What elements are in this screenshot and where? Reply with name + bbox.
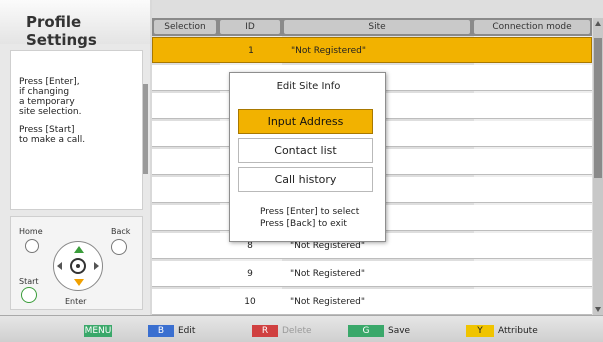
scrollbar-thumb[interactable] — [594, 38, 602, 178]
back-label: Back — [111, 227, 131, 236]
down-arrow-icon — [74, 279, 84, 286]
edit-site-info-dialog: Edit Site Info Input Address Contact lis… — [229, 72, 386, 242]
connection-mode-cell — [476, 261, 590, 287]
header-selection: Selection — [154, 20, 216, 34]
save-label: Save — [388, 326, 411, 336]
delete-key[interactable]: R — [252, 325, 278, 337]
start-button-icon[interactable] — [21, 287, 37, 303]
table-row[interactable]: 1 "Not Registered" — [152, 37, 592, 63]
help-text-box: Press [Enter], if changing a temporary s… — [10, 50, 143, 210]
remote-control-guide: Home Back Start Enter — [10, 216, 143, 310]
connection-mode-cell — [476, 289, 590, 315]
delete-label: Delete — [282, 326, 312, 336]
dpad-icon[interactable] — [53, 241, 103, 291]
id-cell: 1 — [248, 46, 254, 56]
start-label: Start — [19, 277, 39, 286]
dialog-help-back: Press [Back] to exit — [260, 219, 347, 229]
connection-mode-cell — [476, 65, 590, 91]
site-cell: "Not Registered" — [291, 46, 367, 56]
id-cell: 9 — [247, 269, 253, 279]
table-scrollbar[interactable] — [593, 18, 603, 315]
selection-cell — [156, 261, 216, 287]
edit-key[interactable]: B — [148, 325, 174, 337]
header-id: ID — [220, 20, 280, 34]
edit-label: Edit — [178, 326, 196, 336]
dialog-help-enter: Press [Enter] to select — [260, 207, 360, 217]
menu-key[interactable]: MENU — [84, 325, 112, 337]
connection-mode-cell — [476, 149, 590, 175]
home-label: Home — [19, 227, 43, 236]
selection-cell — [156, 149, 216, 175]
left-arrow-icon — [57, 262, 62, 270]
selection-cell — [156, 93, 216, 119]
enter-label: Enter — [65, 297, 87, 306]
home-button-icon[interactable] — [25, 239, 39, 253]
page-title: Profile Settings — [0, 0, 150, 49]
function-key-bar: MENU B Edit R Delete G Save Y Attribute — [0, 315, 603, 342]
up-arrow-icon — [74, 246, 84, 253]
table-row[interactable]: 9 "Not Registered" — [152, 261, 592, 287]
scroll-down-icon[interactable] — [595, 307, 601, 312]
scroll-up-icon[interactable] — [595, 21, 601, 26]
connection-mode-cell — [476, 93, 590, 119]
connection-mode-cell — [476, 233, 590, 259]
selection-cell — [156, 233, 216, 259]
selection-cell — [156, 289, 216, 315]
enter-button-icon[interactable] — [70, 258, 86, 274]
input-address-button[interactable]: Input Address — [238, 109, 373, 134]
dialog-title: Edit Site Info — [276, 81, 341, 92]
left-scroll-indicator — [143, 84, 148, 174]
left-panel: Profile Settings Press [Enter], if chang… — [0, 0, 150, 315]
table-header: Selection ID Site Connection mode — [152, 18, 592, 36]
header-site: Site — [284, 20, 470, 34]
connection-mode-cell — [476, 121, 590, 147]
selection-cell — [156, 177, 216, 203]
connection-mode-cell — [476, 177, 590, 203]
selection-cell — [157, 38, 217, 64]
help-text-start: Press [Start] to make a call. — [19, 125, 86, 145]
site-cell: "Not Registered" — [290, 297, 366, 307]
connection-mode-cell — [477, 38, 591, 64]
back-button-icon[interactable] — [111, 239, 127, 255]
selection-cell — [156, 121, 216, 147]
id-cell: 10 — [244, 297, 256, 307]
selection-cell — [156, 205, 216, 231]
contact-list-button[interactable]: Contact list — [238, 138, 373, 163]
call-history-button[interactable]: Call history — [238, 167, 373, 192]
connection-mode-cell — [476, 205, 590, 231]
right-arrow-icon — [94, 262, 99, 270]
dialog-help: Press [Enter] to select Press [Back] to … — [230, 206, 387, 230]
attribute-label: Attribute — [498, 326, 538, 336]
help-text-enter: Press [Enter], if changing a temporary s… — [19, 77, 82, 117]
attribute-key[interactable]: Y — [466, 325, 494, 337]
table-row[interactable]: 10 "Not Registered" — [152, 289, 592, 315]
selection-cell — [156, 65, 216, 91]
header-connection-mode: Connection mode — [474, 20, 590, 34]
site-cell: "Not Registered" — [290, 269, 366, 279]
save-key[interactable]: G — [348, 325, 384, 337]
